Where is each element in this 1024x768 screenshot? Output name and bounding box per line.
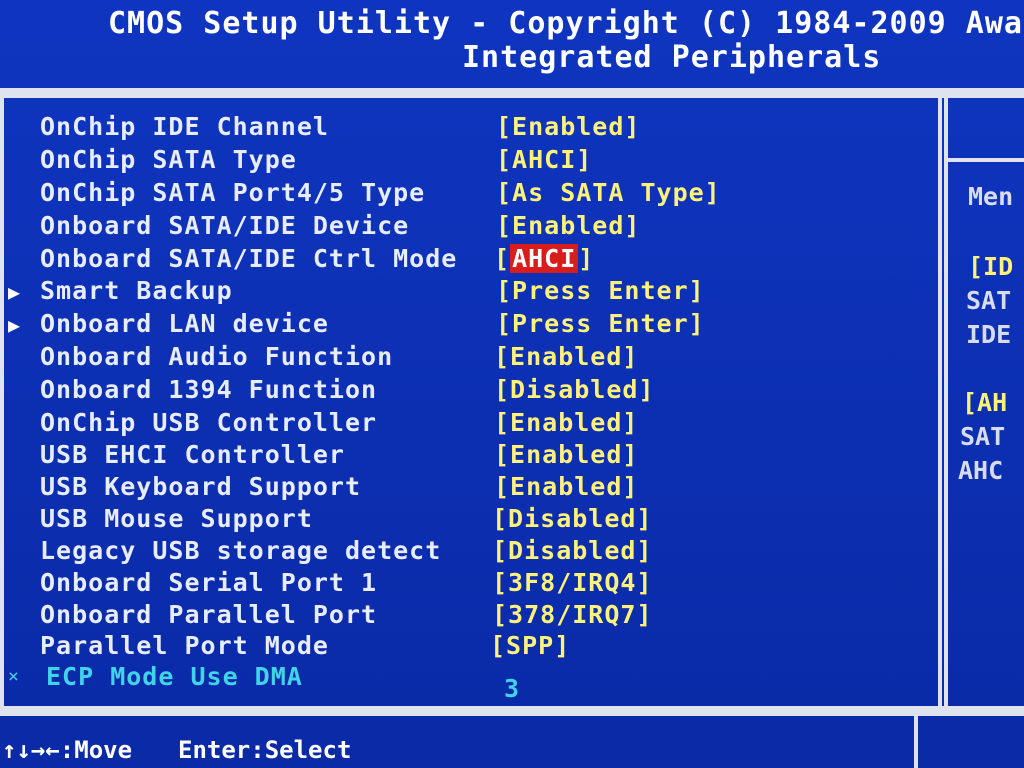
setting-label: Onboard LAN device: [40, 309, 329, 338]
setting-value[interactable]: [AHCI]: [494, 244, 594, 273]
setting-value[interactable]: [Disabled]: [492, 536, 653, 565]
setting-value[interactable]: [Enabled]: [494, 342, 638, 371]
setting-onboard-serial-port-1[interactable]: Onboard Serial Port 1 [3F8/IRQ4]: [0, 568, 936, 600]
value-bracket-open: [: [494, 244, 511, 273]
setting-onboard-sata-ide-ctrl-mode[interactable]: Onboard SATA/IDE Ctrl Mode [AHCI]: [0, 244, 936, 276]
setting-label: ECP Mode Use DMA: [46, 662, 303, 691]
bios-screen: CMOS Setup Utility - Copyright (C) 1984-…: [0, 0, 1024, 768]
setting-value[interactable]: [378/IRQ7]: [492, 600, 653, 629]
help-title: Men: [968, 182, 1014, 211]
help-line: IDE: [966, 320, 1012, 349]
help-line: [ID: [968, 252, 1014, 281]
disabled-x-icon: ×: [8, 666, 19, 687]
frame-bottom-border: [0, 706, 1024, 716]
frame-divider-inner: [938, 98, 942, 708]
setting-onchip-usb-controller[interactable]: OnChip USB Controller [Enabled]: [0, 408, 936, 440]
frame-divider-outer: [944, 98, 948, 708]
settings-list: OnChip IDE Channel [Enabled] OnChip SATA…: [0, 108, 936, 704]
setting-label: Onboard SATA/IDE Ctrl Mode: [40, 244, 458, 273]
setting-onboard-sata-ide-device[interactable]: Onboard SATA/IDE Device [Enabled]: [0, 211, 936, 243]
setting-value[interactable]: [Enabled]: [496, 211, 640, 240]
setting-label: Smart Backup: [40, 276, 233, 305]
selected-value-highlight[interactable]: AHCI: [510, 244, 579, 273]
copyright-title: CMOS Setup Utility - Copyright (C) 1984-…: [108, 6, 1024, 41]
page-title: Integrated Peripherals: [462, 40, 882, 75]
key-help-footer: ↑↓→←:Move Enter:Select: [0, 718, 914, 768]
setting-value[interactable]: [Press Enter]: [496, 276, 705, 305]
setting-onchip-ide-channel[interactable]: OnChip IDE Channel [Enabled]: [0, 112, 936, 144]
submenu-arrow-icon: ▶: [8, 280, 21, 304]
setting-usb-mouse-support[interactable]: USB Mouse Support [Disabled]: [0, 504, 936, 536]
setting-value[interactable]: [Enabled]: [494, 472, 638, 501]
setting-parallel-port-mode[interactable]: Parallel Port Mode [SPP]: [0, 631, 936, 663]
setting-label: OnChip USB Controller: [40, 408, 378, 437]
setting-value[interactable]: [Enabled]: [494, 440, 638, 469]
item-help-panel: Men [ID SAT IDE [AH SAT AHC: [952, 100, 1024, 704]
setting-value[interactable]: [Disabled]: [494, 375, 655, 404]
setting-label: USB Mouse Support: [40, 504, 313, 533]
help-line: SAT: [966, 286, 1012, 315]
value-bracket-close: ]: [578, 244, 595, 273]
setting-label: OnChip SATA Port4/5 Type: [40, 178, 426, 207]
setting-usb-ehci-controller[interactable]: USB EHCI Controller [Enabled]: [0, 440, 936, 472]
setting-label: Onboard SATA/IDE Device: [40, 211, 410, 240]
setting-legacy-usb-storage-detect[interactable]: Legacy USB storage detect [Disabled]: [0, 536, 936, 568]
footer-divider: [914, 716, 918, 768]
setting-onchip-sata-type[interactable]: OnChip SATA Type [AHCI]: [0, 145, 936, 177]
header: CMOS Setup Utility - Copyright (C) 1984-…: [0, 0, 1024, 92]
help-line: AHC: [958, 456, 1004, 485]
setting-usb-keyboard-support[interactable]: USB Keyboard Support [Enabled]: [0, 472, 936, 504]
setting-value: 3: [504, 674, 521, 703]
setting-value[interactable]: [Enabled]: [494, 408, 638, 437]
setting-label: Onboard Parallel Port: [40, 600, 378, 629]
setting-value[interactable]: [Press Enter]: [496, 309, 705, 338]
setting-label: Legacy USB storage detect: [40, 536, 442, 565]
setting-value[interactable]: [As SATA Type]: [496, 178, 721, 207]
help-line: [AH: [962, 388, 1008, 417]
setting-value[interactable]: [SPP]: [490, 631, 570, 660]
select-key-hint: Enter:Select: [178, 736, 352, 764]
move-key-hint: ↑↓→←:Move: [2, 736, 133, 764]
setting-onboard-lan-device[interactable]: ▶ Onboard LAN device [Press Enter]: [0, 309, 936, 341]
setting-label: OnChip SATA Type: [40, 145, 297, 174]
frame-top-border: [0, 88, 1024, 98]
setting-ecp-mode-use-dma: × ECP Mode Use DMA 3: [0, 662, 936, 703]
setting-onboard-audio-function[interactable]: Onboard Audio Function [Enabled]: [0, 342, 936, 374]
setting-label: Onboard Serial Port 1: [40, 568, 378, 597]
setting-smart-backup[interactable]: ▶ Smart Backup [Press Enter]: [0, 276, 936, 308]
setting-value[interactable]: [Enabled]: [496, 112, 640, 141]
setting-value[interactable]: [Disabled]: [492, 504, 653, 533]
submenu-arrow-icon: ▶: [8, 313, 21, 337]
setting-onboard-parallel-port[interactable]: Onboard Parallel Port [378/IRQ7]: [0, 600, 936, 632]
setting-label: Onboard Audio Function: [40, 342, 394, 371]
setting-label: Parallel Port Mode: [40, 631, 329, 660]
setting-value[interactable]: [3F8/IRQ4]: [492, 568, 653, 597]
setting-onboard-1394-function[interactable]: Onboard 1394 Function [Disabled]: [0, 375, 936, 407]
setting-label: Onboard 1394 Function: [40, 375, 378, 404]
setting-label: OnChip IDE Channel: [40, 112, 329, 141]
setting-label: USB Keyboard Support: [40, 472, 362, 501]
help-line: SAT: [960, 422, 1006, 451]
setting-onchip-sata-port45-type[interactable]: OnChip SATA Port4/5 Type [As SATA Type]: [0, 178, 936, 210]
setting-label: USB EHCI Controller: [40, 440, 345, 469]
setting-value[interactable]: [AHCI]: [496, 145, 592, 174]
